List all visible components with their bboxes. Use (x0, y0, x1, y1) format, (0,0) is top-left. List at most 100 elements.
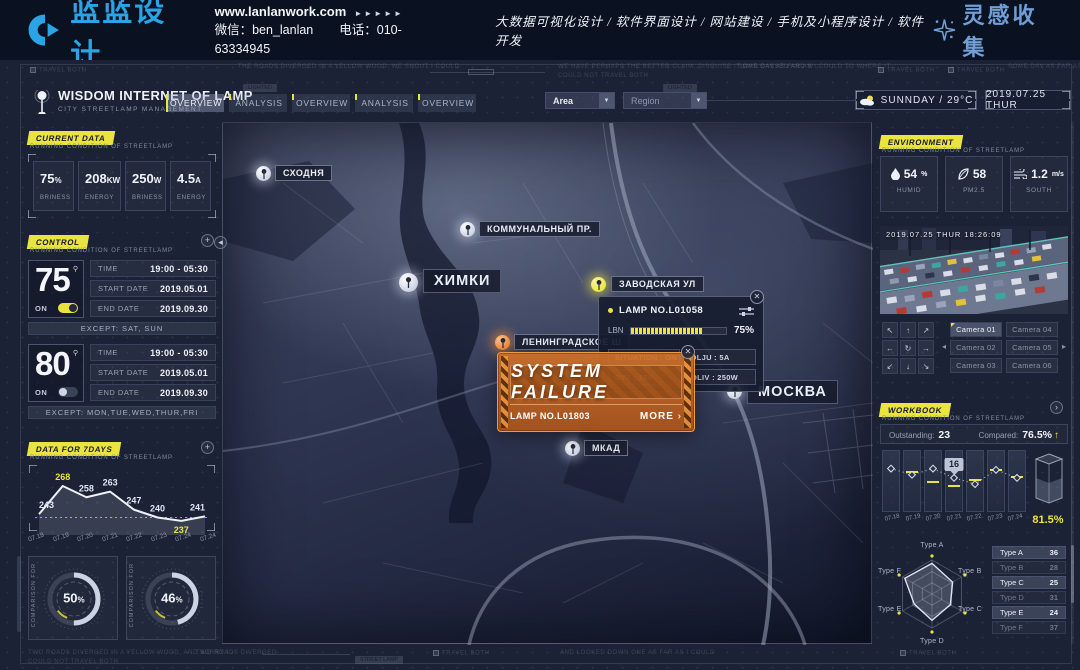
camera-feed-image (880, 226, 1068, 314)
decor-slider-handle (468, 69, 494, 75)
workbook-bar (987, 450, 1005, 512)
hazard-stripe (501, 356, 508, 428)
camera-next-button[interactable]: ▸ (1060, 334, 1068, 358)
pan-up-button[interactable]: ↑ (900, 322, 916, 338)
camera-06-button[interactable]: Camera 06 (1006, 358, 1058, 373)
hazard-stripe (684, 356, 691, 428)
gauge-label: COMPARISON FOR (129, 563, 135, 627)
map-label-khimki[interactable]: ХИМКИ (423, 269, 501, 293)
type-row-d[interactable]: Type D31 (992, 591, 1066, 604)
map-label-skhodnya[interactable]: СХОДНЯ (275, 165, 332, 181)
decor-text: COULD NOT TRAVEL BOTH (558, 73, 648, 79)
inspiration-collect[interactable]: 灵感收集 (932, 0, 1058, 62)
brightness-level: 75 (35, 263, 77, 296)
radar-axis-label: Type C (958, 606, 982, 613)
pan-down-button[interactable]: ↓ (900, 358, 916, 374)
reset-view-button[interactable]: ↻ (900, 340, 916, 356)
camera-01-button[interactable]: Camera 01 (950, 322, 1002, 337)
decor-chip: STREET LAMP (355, 648, 403, 666)
type-row-c[interactable]: Type C25 (992, 576, 1066, 589)
svg-text:258: 258 (79, 483, 94, 493)
pan-down-right-button[interactable]: ↘ (918, 358, 934, 374)
pm25-icon (958, 168, 969, 180)
tab-overview-3[interactable]: OVERVIEW (418, 94, 476, 112)
website-link[interactable]: www.lanlanwork.com (215, 4, 347, 19)
lamp-pin-alert[interactable] (591, 277, 606, 292)
camera-timestamp: 2019.07.25 THUR 18:26:09 (886, 230, 1002, 239)
camera-04-button[interactable]: Camera 04 (1006, 322, 1058, 337)
radar-axis-label: Type B (958, 568, 982, 575)
camera-03-button[interactable]: Camera 03 (950, 358, 1002, 373)
decor-checkbox-label: TRAVEL BOTH (948, 67, 1005, 74)
connector-line (707, 100, 855, 101)
lamp-pin[interactable] (460, 222, 475, 237)
map-label-zavodskaya[interactable]: ЗАВОДСКАЯ УЛ (611, 276, 704, 292)
camera-feed[interactable]: 2019.07.25 THUR 18:26:09 (880, 226, 1068, 314)
expand-workbook-button[interactable]: › (1050, 401, 1063, 414)
expand-week-chart-button[interactable]: + (201, 441, 214, 454)
compared-value: 76.5% (1022, 429, 1052, 441)
week-chart-axis: 07.1807.1907.2007.2107.2207.2307.2407.24 (28, 534, 216, 541)
lamp-pin-failure[interactable] (495, 335, 510, 350)
time-row: TIME19:00 - 05:30 (90, 344, 216, 361)
close-popup-button[interactable]: ✕ (750, 290, 764, 304)
type-row-e[interactable]: Type E24 (992, 606, 1066, 619)
power-toggle[interactable] (58, 303, 78, 313)
decor-checkbox-label: TRAVEL BOTH (900, 650, 957, 657)
pan-left-button[interactable]: ← (882, 340, 898, 356)
gauge-label: COMPARISON FOR (31, 563, 37, 627)
lbn-value: 75% (734, 325, 754, 336)
trend-up-icon: ↑ (1054, 430, 1059, 441)
lbn-bar-fill (631, 328, 703, 334)
map-label-mkad[interactable]: МКАД (584, 440, 628, 456)
region-select[interactable]: Region▼ (623, 92, 707, 109)
lbn-progress-bar[interactable] (630, 327, 727, 335)
pan-down-left-button[interactable]: ↙ (882, 358, 898, 374)
close-failure-button[interactable]: ✕ (681, 345, 695, 359)
svg-text:247: 247 (126, 496, 141, 506)
power-toggle[interactable] (58, 387, 78, 397)
tab-analysis-2[interactable]: ANALYSIS (355, 94, 413, 112)
brightness-level: 80 (35, 347, 77, 380)
add-schedule-button[interactable]: + (201, 234, 214, 247)
collapse-left-panel-button[interactable]: ◂ (214, 236, 227, 249)
workbook-stats-row: Outstanding:23 Compared:76.5%↑ (880, 424, 1068, 444)
sliders-icon[interactable] (739, 306, 754, 316)
camera-05-button[interactable]: Camera 05 (1006, 340, 1058, 355)
tab-overview-1[interactable]: OVERVIEW (166, 94, 224, 112)
tab-analysis-1[interactable]: ANALYSIS (229, 94, 287, 112)
outstanding-value: 23 (938, 429, 950, 441)
lamp-pin[interactable] (399, 273, 418, 292)
scrollbar-thumb[interactable] (1071, 545, 1074, 603)
time-row: TIME19:00 - 05:30 (90, 260, 216, 277)
lamp-pin[interactable] (256, 166, 271, 181)
tab-overview-2[interactable]: OVERVIEW (292, 94, 350, 112)
camera-02-button[interactable]: Camera 02 (950, 340, 1002, 355)
wechat-label: 微信：ben_lanlan (215, 23, 314, 37)
lbn-label: LBN (608, 326, 624, 335)
dashboard-screen: 蓝蓝设计 www.lanlanwork.com►►►►► 微信：ben_lanl… (0, 0, 1080, 670)
current-data-badge: CURRENT DATA (28, 127, 114, 145)
status-dot (608, 308, 613, 313)
pan-up-right-button[interactable]: ↗ (918, 322, 934, 338)
env-humidity: 54% HUMID (880, 156, 938, 212)
type-row-b[interactable]: Type B28 (992, 561, 1066, 574)
weather-text: SUNNDAY / 29°C (881, 95, 974, 106)
type-row-a[interactable]: Type A36 (992, 546, 1066, 559)
week-chart-svg: 243268258263247240237241 (29, 465, 215, 537)
workbook-bar (903, 450, 921, 512)
camera-prev-button[interactable]: ◂ (940, 334, 948, 358)
week-chart-subtitle: RUNNING CONDITION OF STREETLAMP (30, 455, 173, 461)
type-radar-chart: Type AType BType CType DType EType F (878, 542, 988, 646)
type-row-f[interactable]: Type F37 (992, 621, 1066, 634)
left-edge-decoration (17, 556, 21, 632)
map-label-kommunalny[interactable]: КОММУНАЛЬНЫЙ ПР. (479, 221, 600, 237)
radar-axis-label: Type A (920, 542, 943, 549)
weather-icon (859, 94, 875, 106)
pan-right-button[interactable]: → (918, 340, 934, 356)
area-select[interactable]: Area▼ (545, 92, 615, 109)
pan-up-left-button[interactable]: ↖ (882, 322, 898, 338)
comparison-gauge-1: COMPARISON FOR 50% (28, 556, 118, 640)
lamp-pin[interactable] (565, 441, 580, 456)
more-button[interactable]: MORE › (640, 411, 682, 422)
